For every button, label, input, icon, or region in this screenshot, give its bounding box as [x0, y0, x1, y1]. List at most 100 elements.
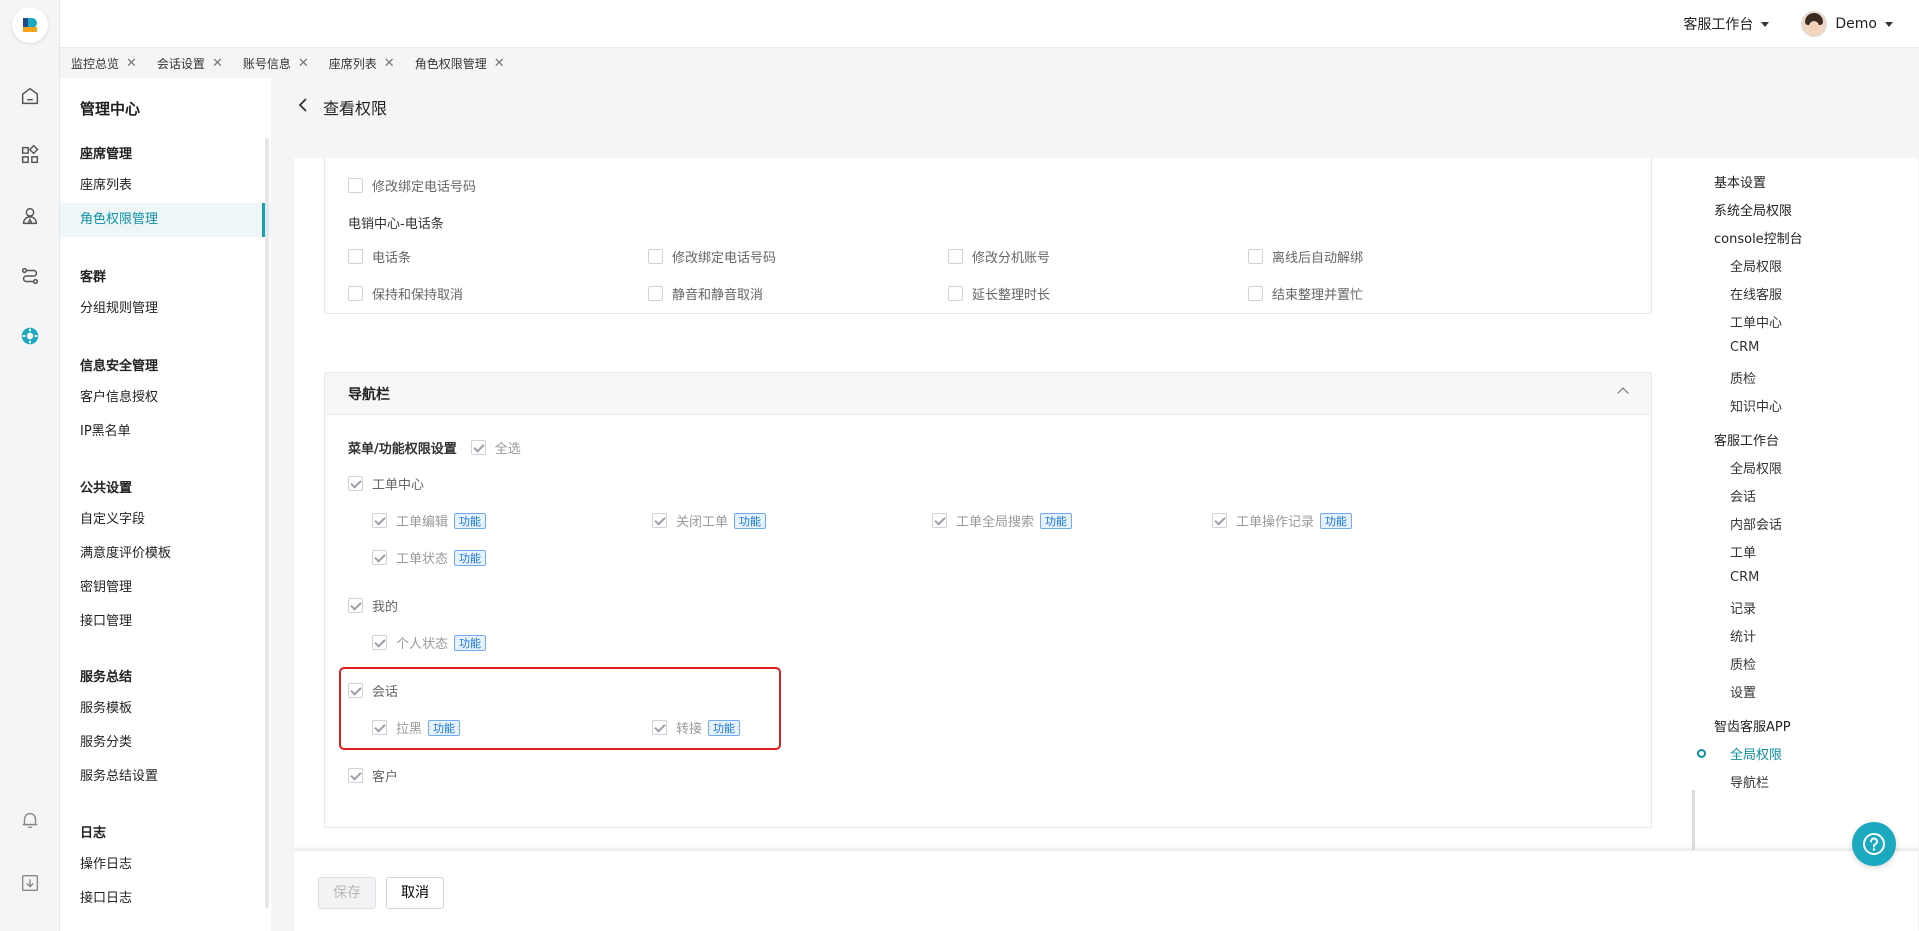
sidebar-item-service-template[interactable]: 服务模板: [60, 692, 271, 726]
permission-item[interactable]: 关闭工单 功能: [652, 511, 767, 530]
checkbox[interactable]: [372, 513, 387, 528]
permission-item[interactable]: 修改绑定电话号码: [648, 247, 776, 266]
save-button[interactable]: 保存: [318, 877, 376, 909]
tab-agent-list[interactable]: 座席列表 ✕: [329, 55, 395, 72]
permission-item[interactable]: 工单操作记录 功能: [1212, 511, 1353, 530]
permission-item[interactable]: 延长整理时长: [948, 284, 1050, 303]
checkbox[interactable]: [348, 286, 363, 301]
close-icon[interactable]: ✕: [212, 57, 223, 70]
permission-item[interactable]: 工单状态 功能: [372, 548, 487, 567]
anchor-link[interactable]: 知识中心: [1730, 396, 1782, 415]
anchor-link[interactable]: 全局权限: [1730, 256, 1782, 275]
tab-role-permissions[interactable]: 角色权限管理 ✕: [415, 55, 505, 72]
anchor-link[interactable]: CRM: [1730, 340, 1759, 355]
back-arrow-icon[interactable]: [297, 97, 309, 118]
sidebar-item-role-permissions[interactable]: 角色权限管理: [60, 203, 271, 237]
select-all-checkbox[interactable]: [470, 440, 486, 455]
anchor-link[interactable]: 工单中心: [1730, 312, 1782, 331]
checkbox[interactable]: [348, 768, 363, 783]
tab-monitor[interactable]: 监控总览 ✕: [71, 55, 137, 72]
permission-item[interactable]: 保持和保持取消: [348, 284, 463, 303]
sidebar-item-operation-log[interactable]: 操作日志: [60, 848, 271, 882]
anchor-link[interactable]: 内部会话: [1730, 514, 1782, 533]
checkbox[interactable]: [948, 286, 963, 301]
permission-item[interactable]: 我的: [348, 596, 398, 615]
checkbox[interactable]: [652, 513, 667, 528]
anchor-link[interactable]: 质检: [1730, 654, 1756, 673]
checkbox[interactable]: [948, 249, 963, 264]
permission-item[interactable]: 工单中心: [348, 474, 424, 493]
sidebar-item-group-rules[interactable]: 分组规则管理: [60, 292, 271, 326]
anchor-link[interactable]: 质检: [1730, 368, 1756, 387]
anchor-link[interactable]: 记录: [1730, 598, 1756, 617]
anchor-link[interactable]: 会话: [1730, 486, 1756, 505]
sidebar-item-service-category[interactable]: 服务分类: [60, 726, 271, 760]
user-dropdown[interactable]: Demo: [1835, 16, 1893, 32]
anchor-link[interactable]: 客服工作台: [1714, 430, 1779, 449]
nav-section-header[interactable]: 导航栏: [325, 373, 1651, 415]
close-icon[interactable]: ✕: [298, 57, 309, 70]
permission-item[interactable]: 离线后自动解绑: [1248, 247, 1363, 266]
users-icon[interactable]: [18, 204, 42, 228]
permission-item[interactable]: 静音和静音取消: [648, 284, 763, 303]
permission-item[interactable]: 修改分机账号: [948, 247, 1050, 266]
workspace-dropdown[interactable]: 客服工作台: [1683, 14, 1770, 34]
anchor-link[interactable]: 在线客服: [1730, 284, 1782, 303]
permission-item[interactable]: 结束整理并置忙: [1248, 284, 1363, 303]
permission-item[interactable]: 个人状态 功能: [372, 633, 487, 652]
sidebar-item-custom-fields[interactable]: 自定义字段: [60, 503, 271, 537]
bell-icon[interactable]: [18, 808, 42, 832]
anchor-link[interactable]: 工单: [1730, 542, 1756, 561]
checkbox[interactable]: [1248, 286, 1263, 301]
anchor-link[interactable]: 统计: [1730, 626, 1756, 645]
anchor-link[interactable]: 基本设置: [1714, 172, 1766, 191]
anchor-link[interactable]: 全局权限: [1730, 458, 1782, 477]
checkbox[interactable]: [1248, 249, 1263, 264]
help-button[interactable]: [1852, 822, 1896, 866]
sidebar-item-keys[interactable]: 密钥管理: [60, 571, 271, 605]
sidebar-item-summary-settings[interactable]: 服务总结设置: [60, 760, 271, 794]
anchor-link[interactable]: console控制台: [1714, 228, 1803, 247]
sidebar-item-api[interactable]: 接口管理: [60, 605, 271, 639]
apps-icon[interactable]: [18, 143, 42, 167]
home-icon[interactable]: [18, 84, 42, 108]
permission-item[interactable]: 工单全局搜索 功能: [932, 511, 1073, 530]
permission-item[interactable]: 修改绑定电话号码: [348, 176, 476, 195]
anchor-link[interactable]: CRM: [1730, 570, 1759, 585]
permission-item[interactable]: 客户: [348, 766, 398, 785]
avatar[interactable]: [1801, 11, 1828, 37]
settings-icon[interactable]: [18, 324, 42, 348]
tab-account-info[interactable]: 账号信息 ✕: [243, 55, 309, 72]
sidebar-item-api-log[interactable]: 接口日志: [60, 882, 271, 916]
sidebar-item-agent-list[interactable]: 座席列表: [60, 169, 271, 203]
checkbox[interactable]: [932, 513, 947, 528]
anchor-link[interactable]: 智齿客服APP: [1714, 716, 1791, 735]
checkbox[interactable]: [348, 178, 363, 193]
tab-session-settings[interactable]: 会话设置 ✕: [157, 55, 223, 72]
checkbox[interactable]: [348, 598, 363, 613]
anchor-link[interactable]: 系统全局权限: [1714, 200, 1792, 219]
checkbox[interactable]: [648, 286, 663, 301]
close-icon[interactable]: ✕: [384, 57, 395, 70]
permission-item[interactable]: 工单编辑 功能: [372, 511, 487, 530]
anchor-link[interactable]: 导航栏: [1730, 772, 1769, 791]
sidebar-scrollbar[interactable]: [265, 138, 269, 908]
checkbox[interactable]: [348, 249, 363, 264]
checkbox[interactable]: [348, 476, 363, 491]
routing-icon[interactable]: [18, 264, 42, 288]
download-icon[interactable]: [18, 871, 42, 895]
close-icon[interactable]: ✕: [494, 57, 505, 70]
checkbox[interactable]: [1212, 513, 1227, 528]
sidebar-item-customer-auth[interactable]: 客户信息授权: [60, 381, 271, 415]
sidebar-item-ip-blacklist[interactable]: IP黑名单: [60, 415, 271, 449]
chevron-up-icon[interactable]: [1617, 387, 1629, 399]
cancel-button[interactable]: 取消: [386, 877, 444, 909]
checkbox[interactable]: [372, 550, 387, 565]
sidebar-item-satisfaction[interactable]: 满意度评价模板: [60, 537, 271, 571]
anchor-link[interactable]: 设置: [1730, 682, 1756, 701]
app-logo[interactable]: [12, 7, 48, 43]
permission-item[interactable]: 电话条: [348, 247, 411, 266]
close-icon[interactable]: ✕: [126, 57, 137, 70]
checkbox[interactable]: [648, 249, 663, 264]
checkbox[interactable]: [372, 635, 387, 650]
